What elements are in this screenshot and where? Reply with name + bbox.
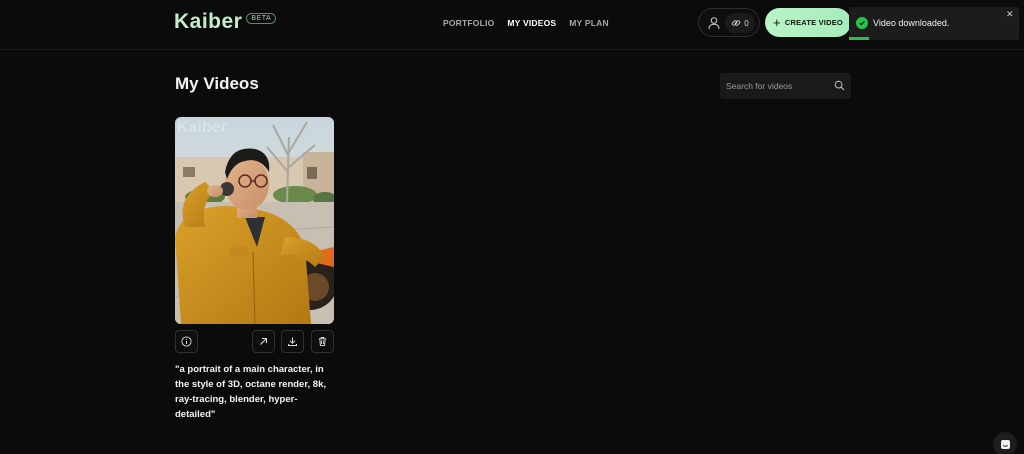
video-prompt: "a portrait of a main character, in the … <box>175 364 326 420</box>
chat-button[interactable] <box>993 432 1017 454</box>
portrait-image <box>175 117 334 324</box>
kaiber-watermark: Kaiber <box>177 119 227 136</box>
chat-icon <box>1000 439 1010 449</box>
search-box <box>720 73 851 99</box>
beta-badge: BETA <box>246 12 277 24</box>
toast-progress-bar <box>849 37 869 40</box>
search-icon[interactable] <box>834 80 845 91</box>
share-button[interactable] <box>252 330 275 353</box>
video-thumbnail[interactable]: Kaiber <box>175 117 334 324</box>
search-input[interactable] <box>720 73 830 99</box>
logo[interactable]: Kaiber BETA <box>174 10 277 34</box>
download-button[interactable] <box>281 330 304 353</box>
user-icon[interactable] <box>707 16 721 30</box>
info-icon <box>181 336 192 347</box>
share-icon <box>260 338 267 345</box>
check-icon <box>856 17 868 29</box>
account-credits: 0 <box>698 8 760 37</box>
create-video-button[interactable]: + CREATE VIDEO <box>765 8 851 37</box>
plus-icon: + <box>773 15 781 30</box>
toast-notification: Video downloaded. ✕ <box>849 7 1019 40</box>
main-nav: PORTFOLIO MY VIDEOS MY PLAN <box>443 18 609 28</box>
credits-pill[interactable]: 0 <box>725 13 755 33</box>
page-title: My Videos <box>175 74 259 93</box>
info-button[interactable] <box>175 330 198 353</box>
toast-message: Video downloaded. <box>873 18 950 28</box>
nav-portfolio[interactable]: PORTFOLIO <box>443 18 494 28</box>
video-card: Kaiber "a portrait of a main character, … <box>175 117 334 422</box>
create-video-label: CREATE VIDEO <box>784 18 843 27</box>
close-icon[interactable]: ✕ <box>1006 9 1014 20</box>
link-icon <box>732 20 741 26</box>
nav-my-plan[interactable]: MY PLAN <box>569 18 609 28</box>
trash-icon <box>318 337 327 347</box>
download-icon <box>288 337 297 346</box>
video-actions <box>175 330 334 354</box>
credits-count: 0 <box>744 18 749 28</box>
delete-button[interactable] <box>311 330 334 353</box>
logo-text: Kaiber <box>174 10 243 33</box>
nav-my-videos[interactable]: MY VIDEOS <box>507 18 556 28</box>
